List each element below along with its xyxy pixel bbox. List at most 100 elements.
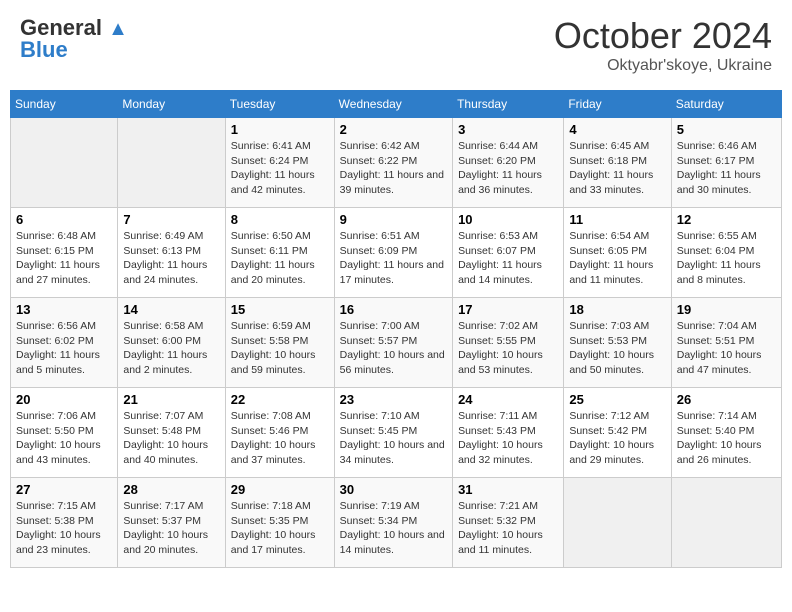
day-number: 26 — [677, 392, 776, 407]
day-cell: 15 Sunrise: 6:59 AMSunset: 5:58 PMDayligh… — [225, 298, 334, 388]
day-number: 11 — [569, 212, 665, 227]
day-info: Sunrise: 7:00 AMSunset: 5:57 PMDaylight:… — [340, 319, 447, 378]
week-row-2: 6 Sunrise: 6:48 AMSunset: 6:15 PMDaylight… — [11, 208, 782, 298]
month-title: October 2024 — [554, 15, 772, 57]
day-cell: 17 Sunrise: 7:02 AMSunset: 5:55 PMDayligh… — [453, 298, 564, 388]
title-block: October 2024 Oktyabr'skoye, Ukraine — [554, 15, 772, 75]
day-cell — [671, 478, 781, 568]
day-cell: 22 Sunrise: 7:08 AMSunset: 5:46 PMDayligh… — [225, 388, 334, 478]
day-number: 12 — [677, 212, 776, 227]
day-info: Sunrise: 6:45 AMSunset: 6:18 PMDaylight:… — [569, 139, 665, 198]
day-cell: 24 Sunrise: 7:11 AMSunset: 5:43 PMDayligh… — [453, 388, 564, 478]
day-number: 15 — [231, 302, 329, 317]
day-info: Sunrise: 7:10 AMSunset: 5:45 PMDaylight:… — [340, 409, 447, 468]
day-cell: 27 Sunrise: 7:15 AMSunset: 5:38 PMDayligh… — [11, 478, 118, 568]
week-row-4: 20 Sunrise: 7:06 AMSunset: 5:50 PMDayligh… — [11, 388, 782, 478]
day-number: 29 — [231, 482, 329, 497]
day-info: Sunrise: 7:19 AMSunset: 5:34 PMDaylight:… — [340, 499, 447, 558]
day-cell: 11 Sunrise: 6:54 AMSunset: 6:05 PMDayligh… — [564, 208, 671, 298]
day-number: 23 — [340, 392, 447, 407]
day-number: 17 — [458, 302, 558, 317]
day-cell: 21 Sunrise: 7:07 AMSunset: 5:48 PMDayligh… — [118, 388, 225, 478]
day-info: Sunrise: 6:54 AMSunset: 6:05 PMDaylight:… — [569, 229, 665, 288]
day-number: 13 — [16, 302, 112, 317]
day-cell: 20 Sunrise: 7:06 AMSunset: 5:50 PMDayligh… — [11, 388, 118, 478]
day-info: Sunrise: 6:53 AMSunset: 6:07 PMDaylight:… — [458, 229, 558, 288]
day-number: 25 — [569, 392, 665, 407]
day-cell: 4Sunrise: 6:45 AMSunset: 6:18 PMDaylight… — [564, 118, 671, 208]
day-cell: 6 Sunrise: 6:48 AMSunset: 6:15 PMDaylight… — [11, 208, 118, 298]
day-info: Sunrise: 6:49 AMSunset: 6:13 PMDaylight:… — [123, 229, 219, 288]
day-info: Sunrise: 6:48 AMSunset: 6:15 PMDaylight:… — [16, 229, 112, 288]
day-number: 28 — [123, 482, 219, 497]
day-cell — [564, 478, 671, 568]
day-number: 16 — [340, 302, 447, 317]
day-number: 21 — [123, 392, 219, 407]
day-cell: 12Sunrise: 6:55 AMSunset: 6:04 PMDayligh… — [671, 208, 781, 298]
day-number: 2 — [340, 122, 447, 137]
day-info: Sunrise: 7:15 AMSunset: 5:38 PMDaylight:… — [16, 499, 112, 558]
day-info: Sunrise: 6:59 AMSunset: 5:58 PMDaylight:… — [231, 319, 329, 378]
day-cell: 14Sunrise: 6:58 AMSunset: 6:00 PMDayligh… — [118, 298, 225, 388]
col-header-sunday: Sunday — [11, 91, 118, 118]
col-header-friday: Friday — [564, 91, 671, 118]
day-info: Sunrise: 7:08 AMSunset: 5:46 PMDaylight:… — [231, 409, 329, 468]
day-cell: 25Sunrise: 7:12 AMSunset: 5:42 PMDayligh… — [564, 388, 671, 478]
logo-blue: Blue — [20, 37, 68, 63]
day-info: Sunrise: 6:46 AMSunset: 6:17 PMDaylight:… — [677, 139, 776, 198]
day-cell: 18Sunrise: 7:03 AMSunset: 5:53 PMDayligh… — [564, 298, 671, 388]
day-info: Sunrise: 7:06 AMSunset: 5:50 PMDaylight:… — [16, 409, 112, 468]
col-header-thursday: Thursday — [453, 91, 564, 118]
day-cell: 13Sunrise: 6:56 AMSunset: 6:02 PMDayligh… — [11, 298, 118, 388]
day-info: Sunrise: 7:11 AMSunset: 5:43 PMDaylight:… — [458, 409, 558, 468]
day-info: Sunrise: 7:14 AMSunset: 5:40 PMDaylight:… — [677, 409, 776, 468]
day-number: 3 — [458, 122, 558, 137]
day-cell: 28Sunrise: 7:17 AMSunset: 5:37 PMDayligh… — [118, 478, 225, 568]
col-header-wednesday: Wednesday — [334, 91, 452, 118]
day-info: Sunrise: 6:50 AMSunset: 6:11 PMDaylight:… — [231, 229, 329, 288]
day-info: Sunrise: 7:04 AMSunset: 5:51 PMDaylight:… — [677, 319, 776, 378]
col-header-tuesday: Tuesday — [225, 91, 334, 118]
day-cell: 16 Sunrise: 7:00 AMSunset: 5:57 PMDayligh… — [334, 298, 452, 388]
day-info: Sunrise: 7:18 AMSunset: 5:35 PMDaylight:… — [231, 499, 329, 558]
day-cell: 26 Sunrise: 7:14 AMSunset: 5:40 PMDayligh… — [671, 388, 781, 478]
day-cell: 10 Sunrise: 6:53 AMSunset: 6:07 PMDayligh… — [453, 208, 564, 298]
day-info: Sunrise: 6:58 AMSunset: 6:00 PMDaylight:… — [123, 319, 219, 378]
col-header-monday: Monday — [118, 91, 225, 118]
day-number: 7 — [123, 212, 219, 227]
day-cell — [118, 118, 225, 208]
day-number: 10 — [458, 212, 558, 227]
day-cell: 31 Sunrise: 7:21 AMSunset: 5:32 PMDayligh… — [453, 478, 564, 568]
week-row-1: 1Sunrise: 6:41 AMSunset: 6:24 PMDaylight… — [11, 118, 782, 208]
day-number: 5 — [677, 122, 776, 137]
day-number: 1 — [231, 122, 329, 137]
day-cell: 19Sunrise: 7:04 AMSunset: 5:51 PMDayligh… — [671, 298, 781, 388]
day-number: 20 — [16, 392, 112, 407]
day-number: 6 — [16, 212, 112, 227]
day-number: 31 — [458, 482, 558, 497]
day-number: 22 — [231, 392, 329, 407]
calendar-table: SundayMondayTuesdayWednesdayThursdayFrid… — [10, 90, 782, 568]
day-info: Sunrise: 7:02 AMSunset: 5:55 PMDaylight:… — [458, 319, 558, 378]
week-row-5: 27 Sunrise: 7:15 AMSunset: 5:38 PMDayligh… — [11, 478, 782, 568]
day-cell: 7 Sunrise: 6:49 AMSunset: 6:13 PMDaylight… — [118, 208, 225, 298]
day-info: Sunrise: 6:42 AMSunset: 6:22 PMDaylight:… — [340, 139, 447, 198]
day-cell: 2 Sunrise: 6:42 AMSunset: 6:22 PMDaylight… — [334, 118, 452, 208]
day-cell: 1Sunrise: 6:41 AMSunset: 6:24 PMDaylight… — [225, 118, 334, 208]
day-number: 24 — [458, 392, 558, 407]
header-row: SundayMondayTuesdayWednesdayThursdayFrid… — [11, 91, 782, 118]
day-number: 9 — [340, 212, 447, 227]
day-cell: 23 Sunrise: 7:10 AMSunset: 5:45 PMDayligh… — [334, 388, 452, 478]
day-number: 27 — [16, 482, 112, 497]
day-cell: 9Sunrise: 6:51 AMSunset: 6:09 PMDaylight… — [334, 208, 452, 298]
day-number: 8 — [231, 212, 329, 227]
location-title: Oktyabr'skoye, Ukraine — [554, 57, 772, 75]
col-header-saturday: Saturday — [671, 91, 781, 118]
day-cell — [11, 118, 118, 208]
day-info: Sunrise: 7:21 AMSunset: 5:32 PMDaylight:… — [458, 499, 558, 558]
day-cell: 8 Sunrise: 6:50 AMSunset: 6:11 PMDaylight… — [225, 208, 334, 298]
day-cell: 5 Sunrise: 6:46 AMSunset: 6:17 PMDaylight… — [671, 118, 781, 208]
day-info: Sunrise: 7:07 AMSunset: 5:48 PMDaylight:… — [123, 409, 219, 468]
day-cell: 30Sunrise: 7:19 AMSunset: 5:34 PMDayligh… — [334, 478, 452, 568]
day-number: 18 — [569, 302, 665, 317]
